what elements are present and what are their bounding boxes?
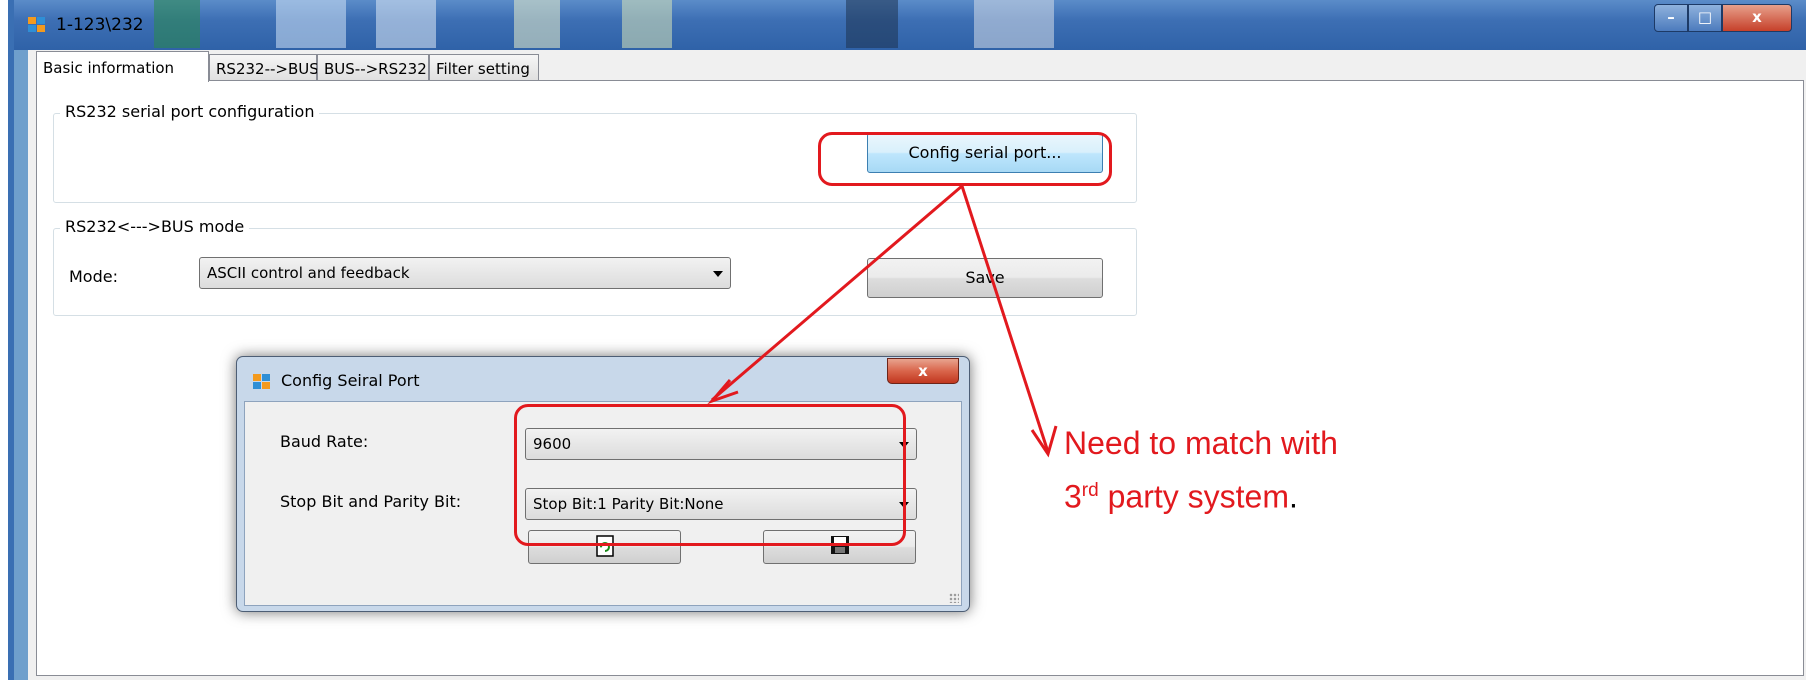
arrow-to-note: [960, 185, 1050, 453]
annotation-ordinal-suffix: rd: [1081, 480, 1099, 501]
tab-basic-information[interactable]: Basic information: [36, 51, 209, 82]
annotation-line-2-text: party system: [1098, 478, 1289, 515]
annotation-ordinal: 3: [1064, 478, 1082, 515]
annotation-note: Need to match with 3rd party system.: [1064, 420, 1338, 521]
arrow-to-dialog: [711, 184, 963, 402]
annotation-line-1: Need to match with: [1064, 425, 1338, 461]
annotation-period: .: [1288, 478, 1298, 515]
annotation-line-2: 3rd party system.: [1064, 467, 1338, 521]
annotation-arrows: [707, 184, 1058, 458]
